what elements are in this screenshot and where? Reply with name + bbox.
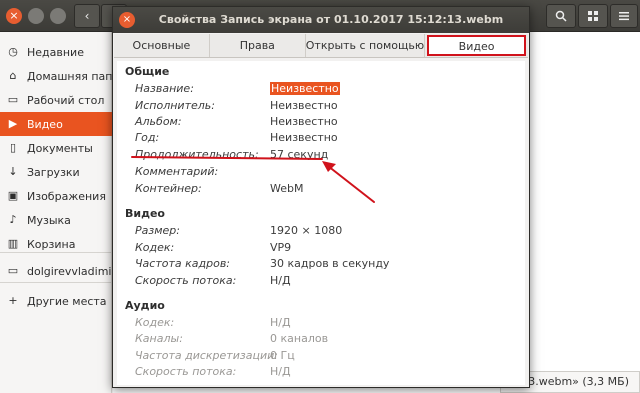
properties-dialog: × Свойства Запись экрана от 01.10.2017 1… [112, 6, 530, 388]
clock-icon: ◷ [8, 45, 18, 58]
duration-label: Продолжительность: [135, 148, 259, 161]
frame-rate-label: Частота кадров: [135, 257, 231, 270]
music-icon: ♪ [9, 213, 17, 226]
video-bitrate-label: Скорость потока: [135, 274, 237, 287]
video-section-heading: Видео [125, 207, 165, 220]
tab-permissions[interactable]: Права [210, 34, 306, 57]
places-sidebar: ◷ Недавние ⌂ Домашняя папка ▭ Рабочий стол ▶ Ви… [0, 32, 112, 393]
album-value[interactable]: Неизвестно [270, 115, 338, 128]
sidebar-item-label: Загрузки [27, 165, 80, 179]
duration-value[interactable]: 57 секунд [270, 148, 328, 161]
sidebar-item-label: dolgirevvladimir... [27, 264, 112, 278]
audio-codec-value: Н/Д [270, 316, 291, 329]
sidebar-item-6[interactable]: ▣ Изображения [0, 184, 112, 208]
comment-label: Комментарий: [135, 165, 219, 178]
sidebar-item-label: Документы [27, 141, 93, 155]
tab-video[interactable]: Видео [427, 35, 526, 56]
download-icon: ↓ [8, 165, 18, 178]
sidebar-item-5[interactable]: ↓ Загрузки [0, 160, 112, 184]
sidebar-item-label: Другие места [27, 294, 107, 308]
video-bitrate-value[interactable]: Н/Д [270, 274, 291, 287]
container-value[interactable]: WebM [270, 182, 303, 195]
video-size-value[interactable]: 1920 × 1080 [270, 224, 342, 237]
year-value[interactable]: Неизвестно [270, 131, 338, 144]
image-icon: ▣ [7, 189, 19, 202]
grid-view-icon [588, 11, 598, 21]
window-maximize-icon[interactable] [50, 8, 66, 24]
sidebar-item-label: Рабочий стол [27, 93, 105, 107]
audio-codec-label: Кодек: [135, 316, 175, 329]
search-icon [555, 10, 567, 22]
video-icon: ▶ [8, 117, 18, 130]
sidebar-separator [0, 282, 112, 283]
video-codec-value[interactable]: VP9 [270, 241, 291, 254]
sample-rate-value: 0 Гц [270, 349, 295, 362]
title-label: Название: [135, 82, 194, 95]
channels-label: Каналы: [135, 332, 183, 345]
title-value-text: Неизвестно [270, 82, 340, 95]
window-minimize-icon[interactable] [28, 8, 44, 24]
audio-bitrate-label: Скорость потока: [135, 365, 237, 378]
sidebar-item-label: Музыка [27, 213, 71, 227]
audio-bitrate-value: Н/Д [270, 365, 291, 378]
sidebar-item-4[interactable]: ▯ Документы [0, 136, 112, 160]
general-section-heading: Общие [125, 65, 170, 78]
channels-value: 0 каналов [270, 332, 329, 345]
sample-rate-label: Частота дискретизации: [135, 349, 278, 362]
back-button[interactable]: ‹ [74, 4, 100, 28]
album-label: Альбом: [135, 115, 182, 128]
sidebar-item-0[interactable]: ◷ Недавние [0, 40, 112, 64]
sidebar-item-label: Домашняя папка [27, 69, 112, 83]
video-size-label: Размер: [135, 224, 180, 237]
sidebar-item-7[interactable]: ♪ Музыка [0, 208, 112, 232]
container-label: Контейнер: [135, 182, 202, 195]
audio-section-heading: Аудио [125, 299, 165, 312]
sidebar-item-3[interactable]: ▶ Видео [0, 112, 112, 136]
video-properties-panel: Общие Название: Неизвестно Исполнитель: … [117, 61, 525, 385]
sidebar-item-1[interactable]: ⌂ Домашняя папка [0, 64, 113, 88]
sidebar-item-9[interactable]: ▭ dolgirevvladimir... [0, 259, 112, 283]
properties-tabs: Основные Права Открыть с помощью Видео [114, 34, 528, 58]
video-codec-label: Кодек: [135, 241, 175, 254]
sidebar-item-2[interactable]: ▭ Рабочий стол [0, 88, 112, 112]
hamburger-icon [619, 12, 629, 21]
tab-open-with[interactable]: Открыть с помощью [306, 34, 426, 57]
window-close-icon[interactable]: × [6, 8, 22, 24]
year-label: Год: [135, 131, 160, 144]
folder-icon: ▭ [7, 93, 19, 106]
tab-basic[interactable]: Основные [114, 34, 210, 57]
menu-button[interactable] [610, 4, 638, 28]
drive-icon: ▭ [7, 264, 19, 277]
sidebar-separator [0, 252, 112, 253]
search-button[interactable] [546, 4, 576, 28]
home-icon: ⌂ [9, 69, 17, 82]
title-value[interactable]: Неизвестно [270, 82, 340, 95]
artist-label: Исполнитель: [135, 99, 215, 112]
sidebar-item-label: Изображения [27, 189, 106, 203]
dialog-title: Свойства Запись экрана от 01.10.2017 15:… [158, 13, 504, 26]
plus-icon: + [8, 294, 18, 307]
artist-value[interactable]: Неизвестно [270, 99, 338, 112]
sidebar-item-label: Недавние [27, 45, 84, 59]
dialog-close-icon[interactable]: × [119, 12, 135, 28]
trash-icon: ▥ [7, 237, 19, 250]
document-icon: ▯ [9, 141, 17, 154]
dialog-titlebar: × Свойства Запись экрана от 01.10.2017 1… [113, 7, 529, 33]
frame-rate-value[interactable]: 30 кадров в секунду [270, 257, 389, 270]
view-toggle-button[interactable] [578, 4, 608, 28]
sidebar-item-10[interactable]: + Другие места [0, 289, 112, 313]
sidebar-item-label: Видео [27, 117, 63, 131]
sidebar-item-label: Корзина [27, 237, 76, 251]
